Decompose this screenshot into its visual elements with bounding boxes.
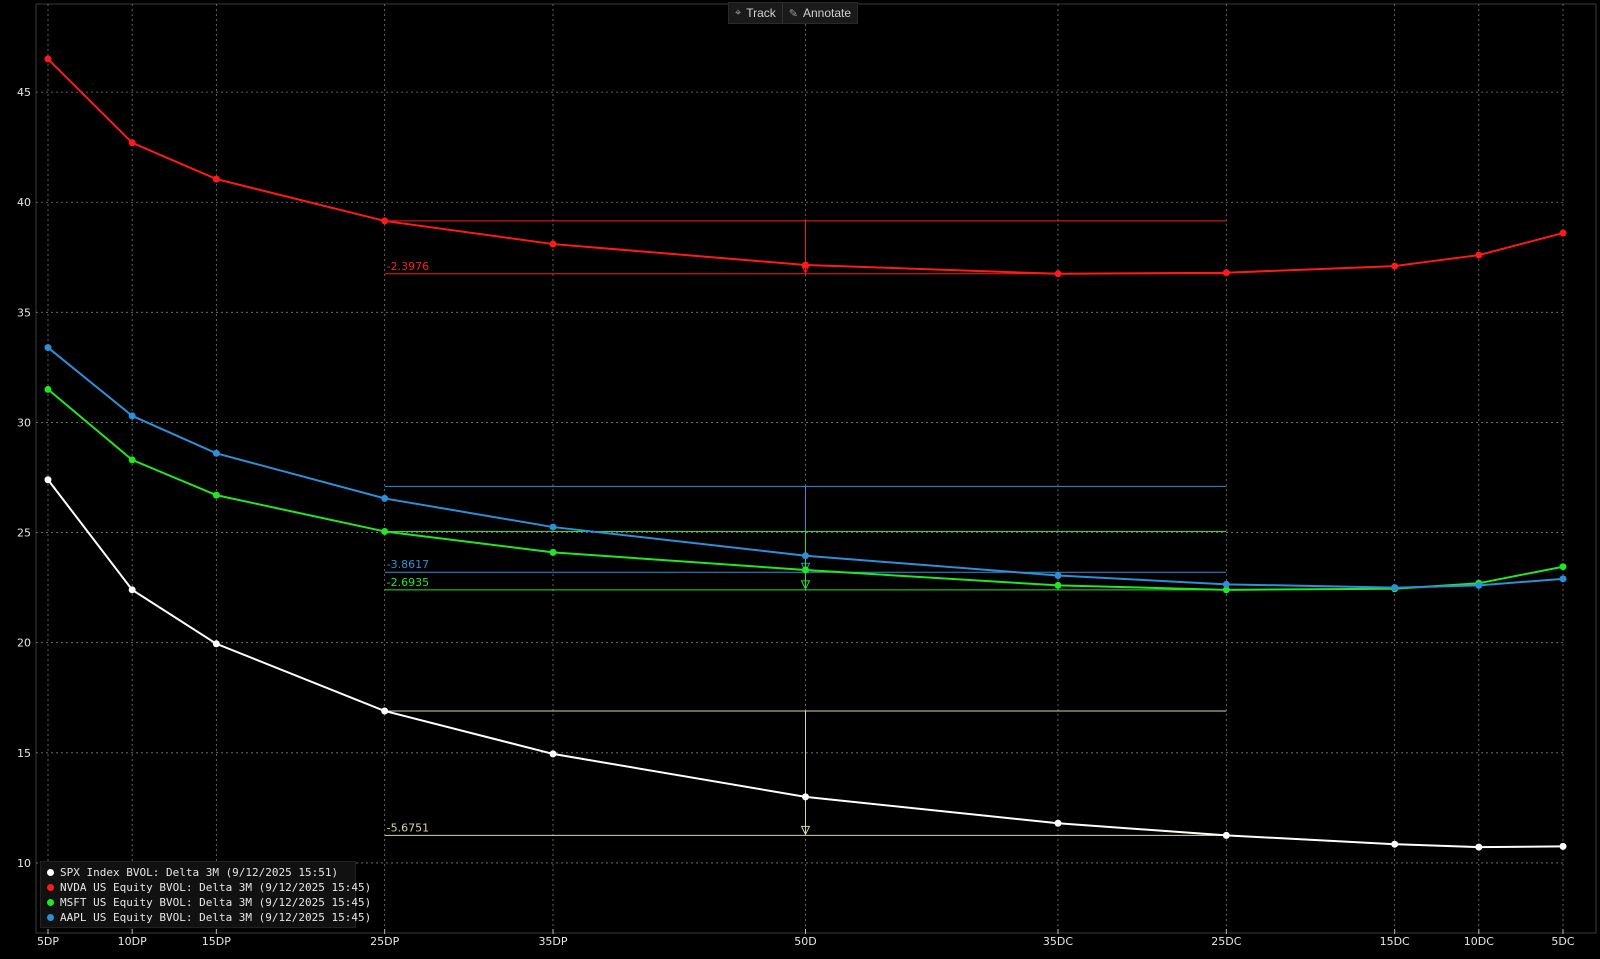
legend-label: NVDA US Equity BVOL: Delta 3M (9/12/2025… bbox=[60, 881, 372, 894]
data-point bbox=[128, 412, 136, 420]
crosshair-icon: ⌖ bbox=[735, 6, 742, 19]
y-tick-label: 45 bbox=[17, 86, 31, 99]
y-tick-label: 10 bbox=[17, 857, 31, 870]
legend-item[interactable]: MSFT US Equity BVOL: Delta 3M (9/12/2025… bbox=[47, 895, 371, 910]
x-tick-label: 25DP bbox=[370, 935, 399, 948]
x-tick-label: 35DP bbox=[538, 935, 567, 948]
y-tick-label: 35 bbox=[17, 306, 31, 319]
data-point bbox=[128, 139, 136, 147]
data-point bbox=[802, 793, 809, 801]
legend-label: MSFT US Equity BVOL: Delta 3M (9/12/2025… bbox=[60, 896, 372, 909]
x-tick-label: 35DC bbox=[1043, 935, 1073, 948]
data-point bbox=[1559, 842, 1567, 850]
x-tick-label: 10DC bbox=[1464, 935, 1494, 948]
chart-legend: SPX Index BVOL: Delta 3M (9/12/2025 15:5… bbox=[40, 861, 371, 928]
data-point bbox=[44, 476, 52, 484]
data-point bbox=[549, 750, 557, 758]
data-point bbox=[1222, 580, 1230, 588]
track-label: Track bbox=[746, 6, 776, 20]
annotation-label: -2.3976 bbox=[387, 260, 429, 273]
data-point bbox=[1475, 581, 1483, 589]
data-point bbox=[381, 707, 389, 715]
data-point bbox=[549, 548, 557, 556]
y-tick-label: 30 bbox=[17, 416, 31, 429]
data-point bbox=[1222, 269, 1230, 277]
x-tick-label: 5DC bbox=[1551, 935, 1574, 948]
annotation-label: -2.6935 bbox=[387, 576, 429, 589]
y-tick-label: 25 bbox=[17, 527, 31, 540]
legend-dot-icon bbox=[47, 869, 54, 876]
data-point bbox=[212, 491, 220, 499]
chart-toolbar: ⌖ Track ✎ Annotate bbox=[728, 2, 859, 24]
data-point bbox=[212, 640, 220, 648]
data-point bbox=[212, 175, 220, 183]
data-point bbox=[1391, 840, 1399, 848]
legend-label: AAPL US Equity BVOL: Delta 3M (9/12/2025… bbox=[60, 911, 372, 924]
y-tick-label: 40 bbox=[17, 196, 31, 209]
data-point bbox=[1391, 584, 1399, 592]
data-point bbox=[1559, 229, 1567, 237]
data-point bbox=[212, 449, 220, 457]
data-point bbox=[549, 523, 557, 531]
annotation-label: -5.6751 bbox=[387, 821, 429, 834]
pencil-icon: ✎ bbox=[788, 7, 798, 20]
annotation-label: -3.8617 bbox=[387, 558, 429, 571]
track-button[interactable]: ⌖ Track bbox=[729, 3, 782, 23]
smile-chart: -2.3976 -3.8617 -2.6935 -5.6751 5DP 10DP 15DP… bbox=[17, 3, 1597, 948]
data-point bbox=[1391, 262, 1399, 270]
data-point bbox=[1054, 572, 1062, 580]
data-point bbox=[802, 566, 809, 574]
legend-item[interactable]: SPX Index BVOL: Delta 3M (9/12/2025 15:5… bbox=[47, 865, 349, 880]
x-tick-label: 5DP bbox=[37, 935, 59, 948]
legend-item[interactable]: NVDA US Equity BVOL: Delta 3M (9/12/2025… bbox=[47, 880, 371, 895]
y-tick-label: 15 bbox=[17, 747, 31, 760]
x-tick-label: 50D bbox=[794, 935, 816, 948]
x-tick-label: 25DC bbox=[1211, 935, 1241, 948]
data-point bbox=[1222, 831, 1230, 839]
annotate-button[interactable]: ✎ Annotate bbox=[781, 3, 857, 23]
data-point bbox=[1054, 270, 1062, 278]
annotate-label: Annotate bbox=[802, 6, 852, 20]
data-point bbox=[44, 385, 52, 393]
legend-dot-icon bbox=[47, 899, 54, 906]
x-tick-label: 15DP bbox=[202, 935, 231, 948]
legend-dot-icon bbox=[47, 884, 54, 891]
y-tick-label: 20 bbox=[17, 637, 31, 650]
data-point bbox=[1559, 575, 1567, 583]
data-point bbox=[1054, 581, 1062, 589]
data-point bbox=[549, 240, 557, 248]
data-point bbox=[44, 344, 52, 352]
x-tick-label: 15DC bbox=[1380, 935, 1410, 948]
data-point bbox=[802, 261, 809, 269]
legend-label: SPX Index BVOL: Delta 3M (9/12/2025 15:5… bbox=[60, 866, 339, 879]
legend-item[interactable]: AAPL US Equity BVOL: Delta 3M (9/12/2025… bbox=[47, 910, 371, 925]
data-point bbox=[802, 552, 809, 560]
data-point bbox=[381, 527, 389, 535]
data-point bbox=[128, 586, 136, 594]
data-point bbox=[381, 217, 389, 225]
data-point bbox=[1475, 843, 1483, 851]
data-point bbox=[44, 55, 52, 63]
data-point bbox=[1475, 251, 1483, 259]
x-tick-label: 10DP bbox=[118, 935, 147, 948]
data-point bbox=[1054, 819, 1062, 827]
data-point bbox=[381, 494, 389, 502]
data-point bbox=[128, 456, 136, 464]
data-point bbox=[1559, 563, 1567, 571]
legend-dot-icon bbox=[47, 914, 54, 921]
